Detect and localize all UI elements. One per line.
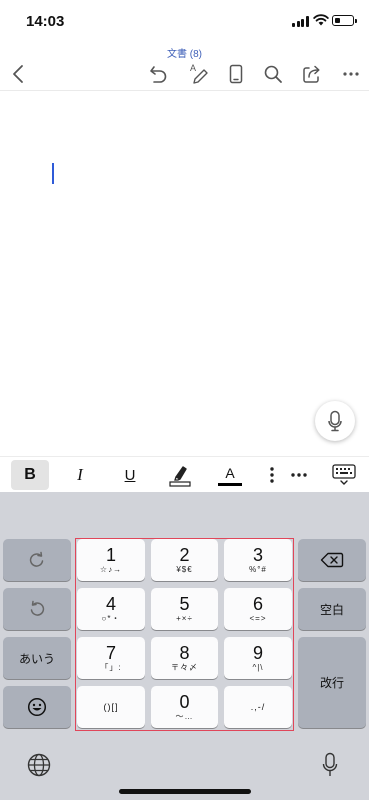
italic-button[interactable]: I (66, 460, 94, 490)
status-time: 14:03 (26, 13, 65, 30)
key-number: 8 (179, 643, 190, 663)
space-label: 空白 (319, 602, 344, 617)
font-color-label: A (225, 464, 235, 481)
wifi-icon (313, 14, 329, 26)
key-8[interactable]: 8 〒々〆 (151, 637, 218, 679)
back-icon (13, 65, 23, 83)
signal-icon (292, 16, 309, 27)
status-bar: 14:03 (0, 0, 369, 44)
key-subsymbols: %°# (249, 565, 267, 574)
microphone-icon (322, 752, 338, 776)
format-toolbar: B I U A (0, 456, 369, 492)
mobile-view-button[interactable] (222, 60, 250, 88)
brackets-key[interactable]: ()[] (77, 686, 145, 728)
vertical-more-button[interactable] (262, 460, 282, 490)
key-number: 0 (179, 692, 190, 712)
vertical-dots-icon (270, 467, 274, 483)
key-number: 3 (252, 545, 263, 565)
key-subsymbols: 〜… (175, 712, 194, 721)
key-subsymbols: ○*・ (101, 614, 121, 623)
font-color-swatch (218, 482, 242, 486)
key-number: 5 (179, 594, 190, 614)
highlight-button[interactable] (166, 460, 194, 490)
emoji-icon (27, 697, 47, 717)
key-number: 6 (252, 594, 263, 614)
share-icon (303, 65, 320, 83)
search-button[interactable] (259, 60, 287, 88)
undo-button[interactable] (145, 60, 173, 88)
keyboard-dismiss-icon (332, 464, 356, 485)
delete-key[interactable] (298, 539, 366, 581)
key-number: 2 (179, 545, 190, 565)
key-4[interactable]: 4 ○*・ (77, 588, 145, 630)
key-number: 7 (105, 643, 116, 663)
back-button[interactable] (4, 60, 32, 88)
key-number: 9 (252, 643, 263, 663)
top-toolbar: A (0, 58, 369, 90)
battery-icon (332, 15, 357, 26)
return-label: 改行 (319, 676, 344, 690)
key-subsymbols: ^|\ (252, 663, 264, 672)
key-subsymbols: 「」: (100, 663, 122, 672)
hide-keyboard-button[interactable] (329, 460, 359, 490)
font-color-button[interactable]: A (216, 460, 244, 490)
brackets-label: ()[] (103, 702, 119, 712)
text-cursor (52, 163, 54, 184)
key-number: 1 (105, 545, 116, 565)
redo-icon (29, 551, 44, 567)
key-subsymbols: +×÷ (176, 614, 193, 623)
bold-button[interactable]: B (11, 460, 49, 490)
key-6[interactable]: 6 <=> (224, 588, 292, 630)
space-key[interactable]: 空白 (298, 588, 366, 630)
globe-button[interactable] (24, 750, 54, 780)
key-7[interactable]: 7 「」: (77, 637, 145, 679)
svg-text:A: A (190, 63, 196, 73)
phone-view-icon (229, 64, 243, 84)
return-key[interactable]: 改行 (298, 637, 366, 728)
key-subsymbols: 〒々〆 (171, 663, 198, 672)
more-icon (291, 473, 307, 477)
document-canvas[interactable] (0, 91, 369, 456)
key-subsymbols: ¥$€ (176, 565, 193, 574)
more-button[interactable] (337, 60, 365, 88)
emoji-key[interactable] (3, 686, 71, 728)
key-9[interactable]: 9 ^|\ (224, 637, 292, 679)
japanese-numeric-keyboard: あいう 1 ☆♪→ 2 ¥$€ 3 %°# 4 ○*・ 5 +×÷ 6 <=> … (0, 492, 369, 800)
highlighter-icon (169, 466, 191, 487)
undo-icon (150, 66, 167, 83)
backspace-icon (320, 552, 344, 568)
key-subsymbols: ☆♪→ (99, 565, 123, 574)
key-number: 4 (105, 594, 116, 614)
dictate-button[interactable] (315, 401, 355, 441)
home-indicator (119, 789, 251, 794)
key-0[interactable]: 0 〜… (151, 686, 218, 728)
undo-icon (30, 600, 45, 616)
key-1[interactable]: 1 ☆♪→ (77, 539, 145, 581)
punctuation-label: .,-/ (250, 702, 266, 712)
punctuation-key[interactable]: .,-/ (224, 686, 292, 728)
share-button[interactable] (298, 60, 326, 88)
kana-mode-label: あいう (18, 651, 55, 666)
key-5[interactable]: 5 +×÷ (151, 588, 218, 630)
redo-key[interactable] (3, 539, 71, 581)
key-2[interactable]: 2 ¥$€ (151, 539, 218, 581)
microphone-icon (328, 410, 342, 432)
kana-mode-key[interactable]: あいう (3, 637, 71, 679)
key-subsymbols: <=> (249, 614, 267, 623)
key-3[interactable]: 3 %°# (224, 539, 292, 581)
dictation-button[interactable] (315, 750, 345, 780)
search-icon (264, 65, 282, 83)
more-icon (343, 72, 359, 76)
draw-icon: A (190, 63, 208, 84)
more-format-button[interactable] (287, 460, 311, 490)
undo-key[interactable] (3, 588, 71, 630)
globe-icon (27, 753, 51, 777)
underline-button[interactable]: U (116, 460, 144, 490)
draw-button[interactable]: A (185, 60, 213, 88)
